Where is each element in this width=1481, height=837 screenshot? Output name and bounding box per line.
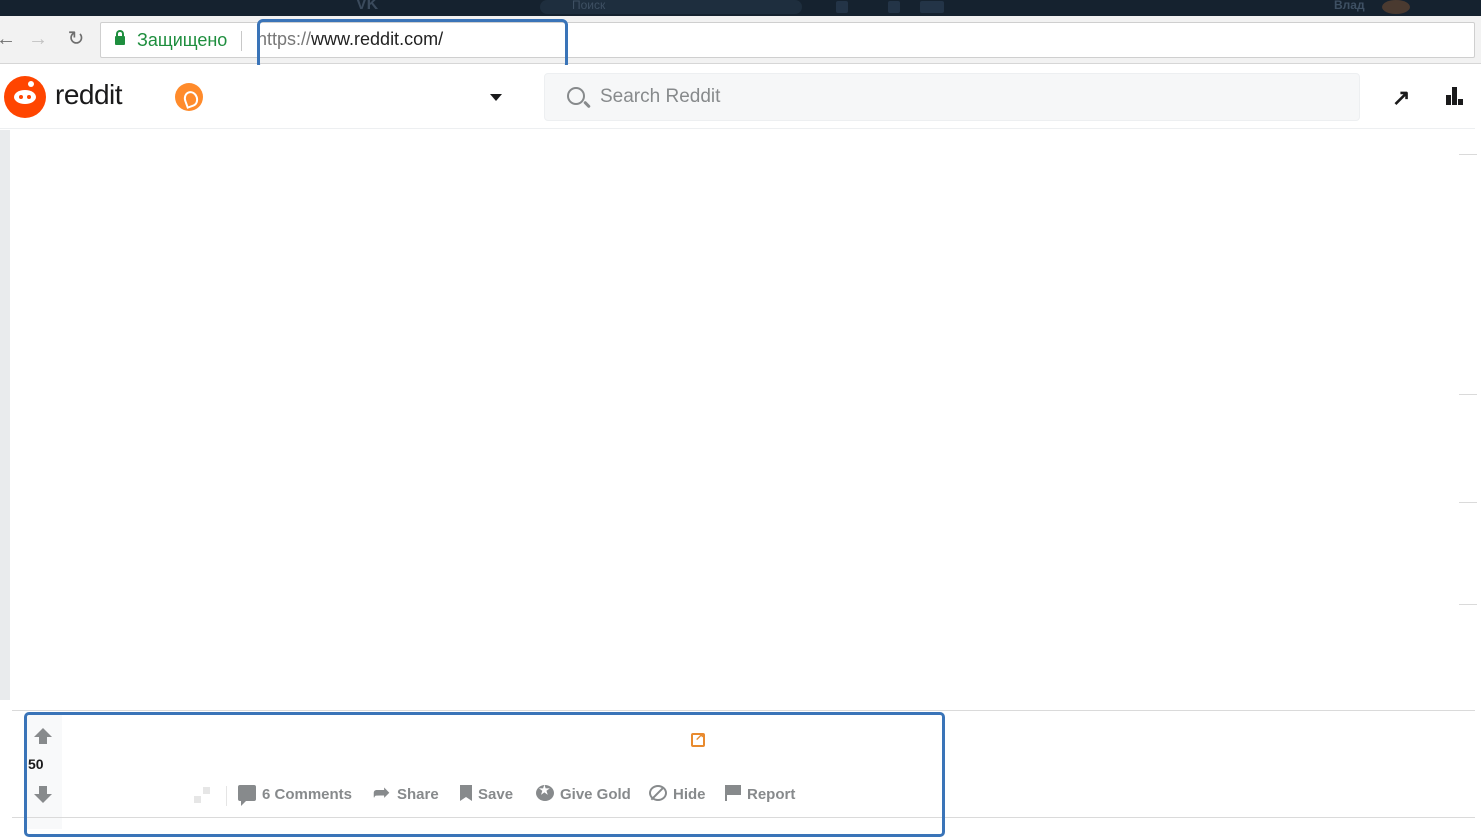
logo-antenna [28, 81, 34, 87]
os-search-placeholder: Поиск [572, 0, 606, 12]
omnibox-separator [241, 31, 242, 51]
post-top-divider [12, 710, 1475, 711]
forward-arrow-icon[interactable]: → [26, 26, 50, 52]
search-icon [567, 87, 585, 105]
reddit-header: reddit Search Reddit ↗ [0, 65, 1475, 129]
divider [1459, 604, 1477, 605]
divider [1459, 154, 1477, 155]
reload-icon[interactable]: ↻ [64, 26, 88, 52]
search-input[interactable]: Search Reddit [544, 73, 1360, 121]
trending-icon[interactable]: ↗ [1392, 85, 1410, 111]
back-arrow-icon[interactable]: ← [0, 26, 18, 52]
leaderboard-icon[interactable] [1446, 85, 1466, 105]
os-search-input[interactable]: Поиск [540, 0, 802, 14]
reddit-logo-icon[interactable] [4, 76, 46, 118]
security-label[interactable]: Защищено [137, 30, 227, 51]
lock-icon[interactable] [115, 30, 125, 45]
divider [1459, 502, 1477, 503]
divider [1459, 394, 1477, 395]
os-user-name[interactable]: Влад [1334, 0, 1365, 12]
reddit-wordmark[interactable]: reddit [55, 79, 123, 111]
avatar[interactable] [1382, 0, 1410, 14]
chevron-down-icon[interactable] [490, 94, 502, 101]
post-highlight-box [24, 712, 945, 837]
browser-toolbar: ← → ↻ Защищено https://www.reddit.com/ [0, 16, 1481, 64]
community-icon[interactable] [175, 83, 203, 111]
bell-icon[interactable] [836, 1, 848, 13]
os-top-bar: VK Поиск Влад [0, 0, 1481, 16]
logo-face [14, 90, 36, 104]
vk-logo-icon[interactable]: VK [356, 0, 396, 13]
play-icon[interactable] [920, 1, 944, 13]
left-rail [0, 130, 10, 700]
search-placeholder: Search Reddit [600, 86, 721, 107]
url-highlight-box [257, 19, 568, 70]
music-icon[interactable] [888, 1, 900, 13]
